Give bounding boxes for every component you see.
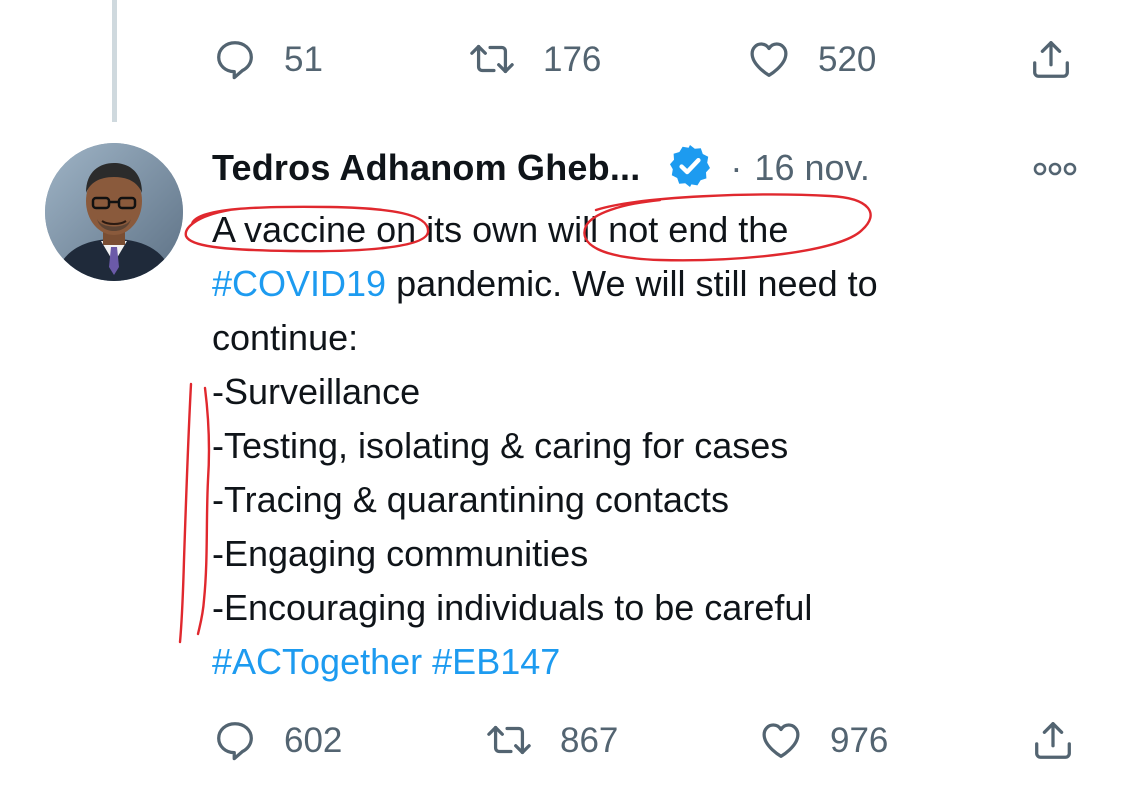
verified-badge-icon: [666, 142, 714, 195]
retweet-count: 867: [560, 720, 619, 760]
tweet-date[interactable]: 16 nov.: [754, 147, 869, 189]
previous-tweet-action-bar: 51 176 520: [0, 34, 1124, 84]
list-item: -Testing, isolating & caring for cases: [212, 425, 789, 466]
share-button[interactable]: [1028, 34, 1074, 84]
annotation-bracket: [196, 386, 211, 636]
annotation-bracket: [178, 382, 193, 644]
tweet-text-line: #COVID19 pandemic. We will still need to: [212, 257, 1092, 311]
list-item: -Encouraging individuals to be careful: [212, 587, 813, 628]
author-avatar[interactable]: [45, 143, 183, 281]
tweet-text-line: A vaccine on its own will not end the: [212, 209, 789, 250]
like-count: 976: [830, 720, 889, 760]
tweet-action-bar: 602 867 976: [0, 715, 1124, 765]
list-item: -Engaging communities: [212, 533, 589, 574]
tweet-text-fragment: pandemic. We will still need to: [386, 263, 878, 304]
retweet-button[interactable]: 176: [467, 34, 601, 84]
like-button[interactable]: 520: [746, 34, 876, 84]
speech-bubble-icon: [212, 717, 258, 763]
retweet-arrows-icon: [467, 36, 517, 82]
speech-bubble-icon: [212, 36, 258, 82]
like-count: 520: [818, 39, 877, 79]
like-button[interactable]: 976: [758, 715, 888, 765]
reply-button[interactable]: 51: [212, 34, 323, 84]
reply-count: 51: [284, 39, 323, 79]
share-button[interactable]: [1030, 715, 1076, 765]
retweet-button[interactable]: 867: [484, 715, 618, 765]
tweet-text-line: #ACTogether #EB147: [212, 635, 1092, 689]
reply-button[interactable]: 602: [212, 715, 342, 765]
tweet-header: Tedros Adhanom Gheb... · 16 nov.: [212, 140, 1112, 196]
tweet-text: A vaccine on its own will not end the #C…: [212, 203, 1092, 689]
share-upload-icon: [1030, 717, 1076, 763]
retweet-count: 176: [543, 39, 602, 79]
reply-count: 602: [284, 720, 343, 760]
share-upload-icon: [1028, 36, 1074, 82]
hashtag-link[interactable]: #ACTogether: [212, 641, 422, 682]
list-item: -Surveillance: [212, 371, 421, 412]
hashtag-link[interactable]: #COVID19: [212, 263, 386, 304]
hashtag-link[interactable]: #EB147: [432, 641, 560, 682]
heart-icon: [746, 36, 792, 82]
list-item: -Tracing & quarantining contacts: [212, 479, 729, 520]
author-name[interactable]: Tedros Adhanom Gheb...: [212, 147, 640, 189]
retweet-arrows-icon: [484, 717, 534, 763]
header-separator: ·: [730, 147, 743, 188]
more-options-icon[interactable]: [1032, 160, 1078, 183]
tweet-text-line: continue:: [212, 317, 359, 358]
heart-icon: [758, 717, 804, 763]
